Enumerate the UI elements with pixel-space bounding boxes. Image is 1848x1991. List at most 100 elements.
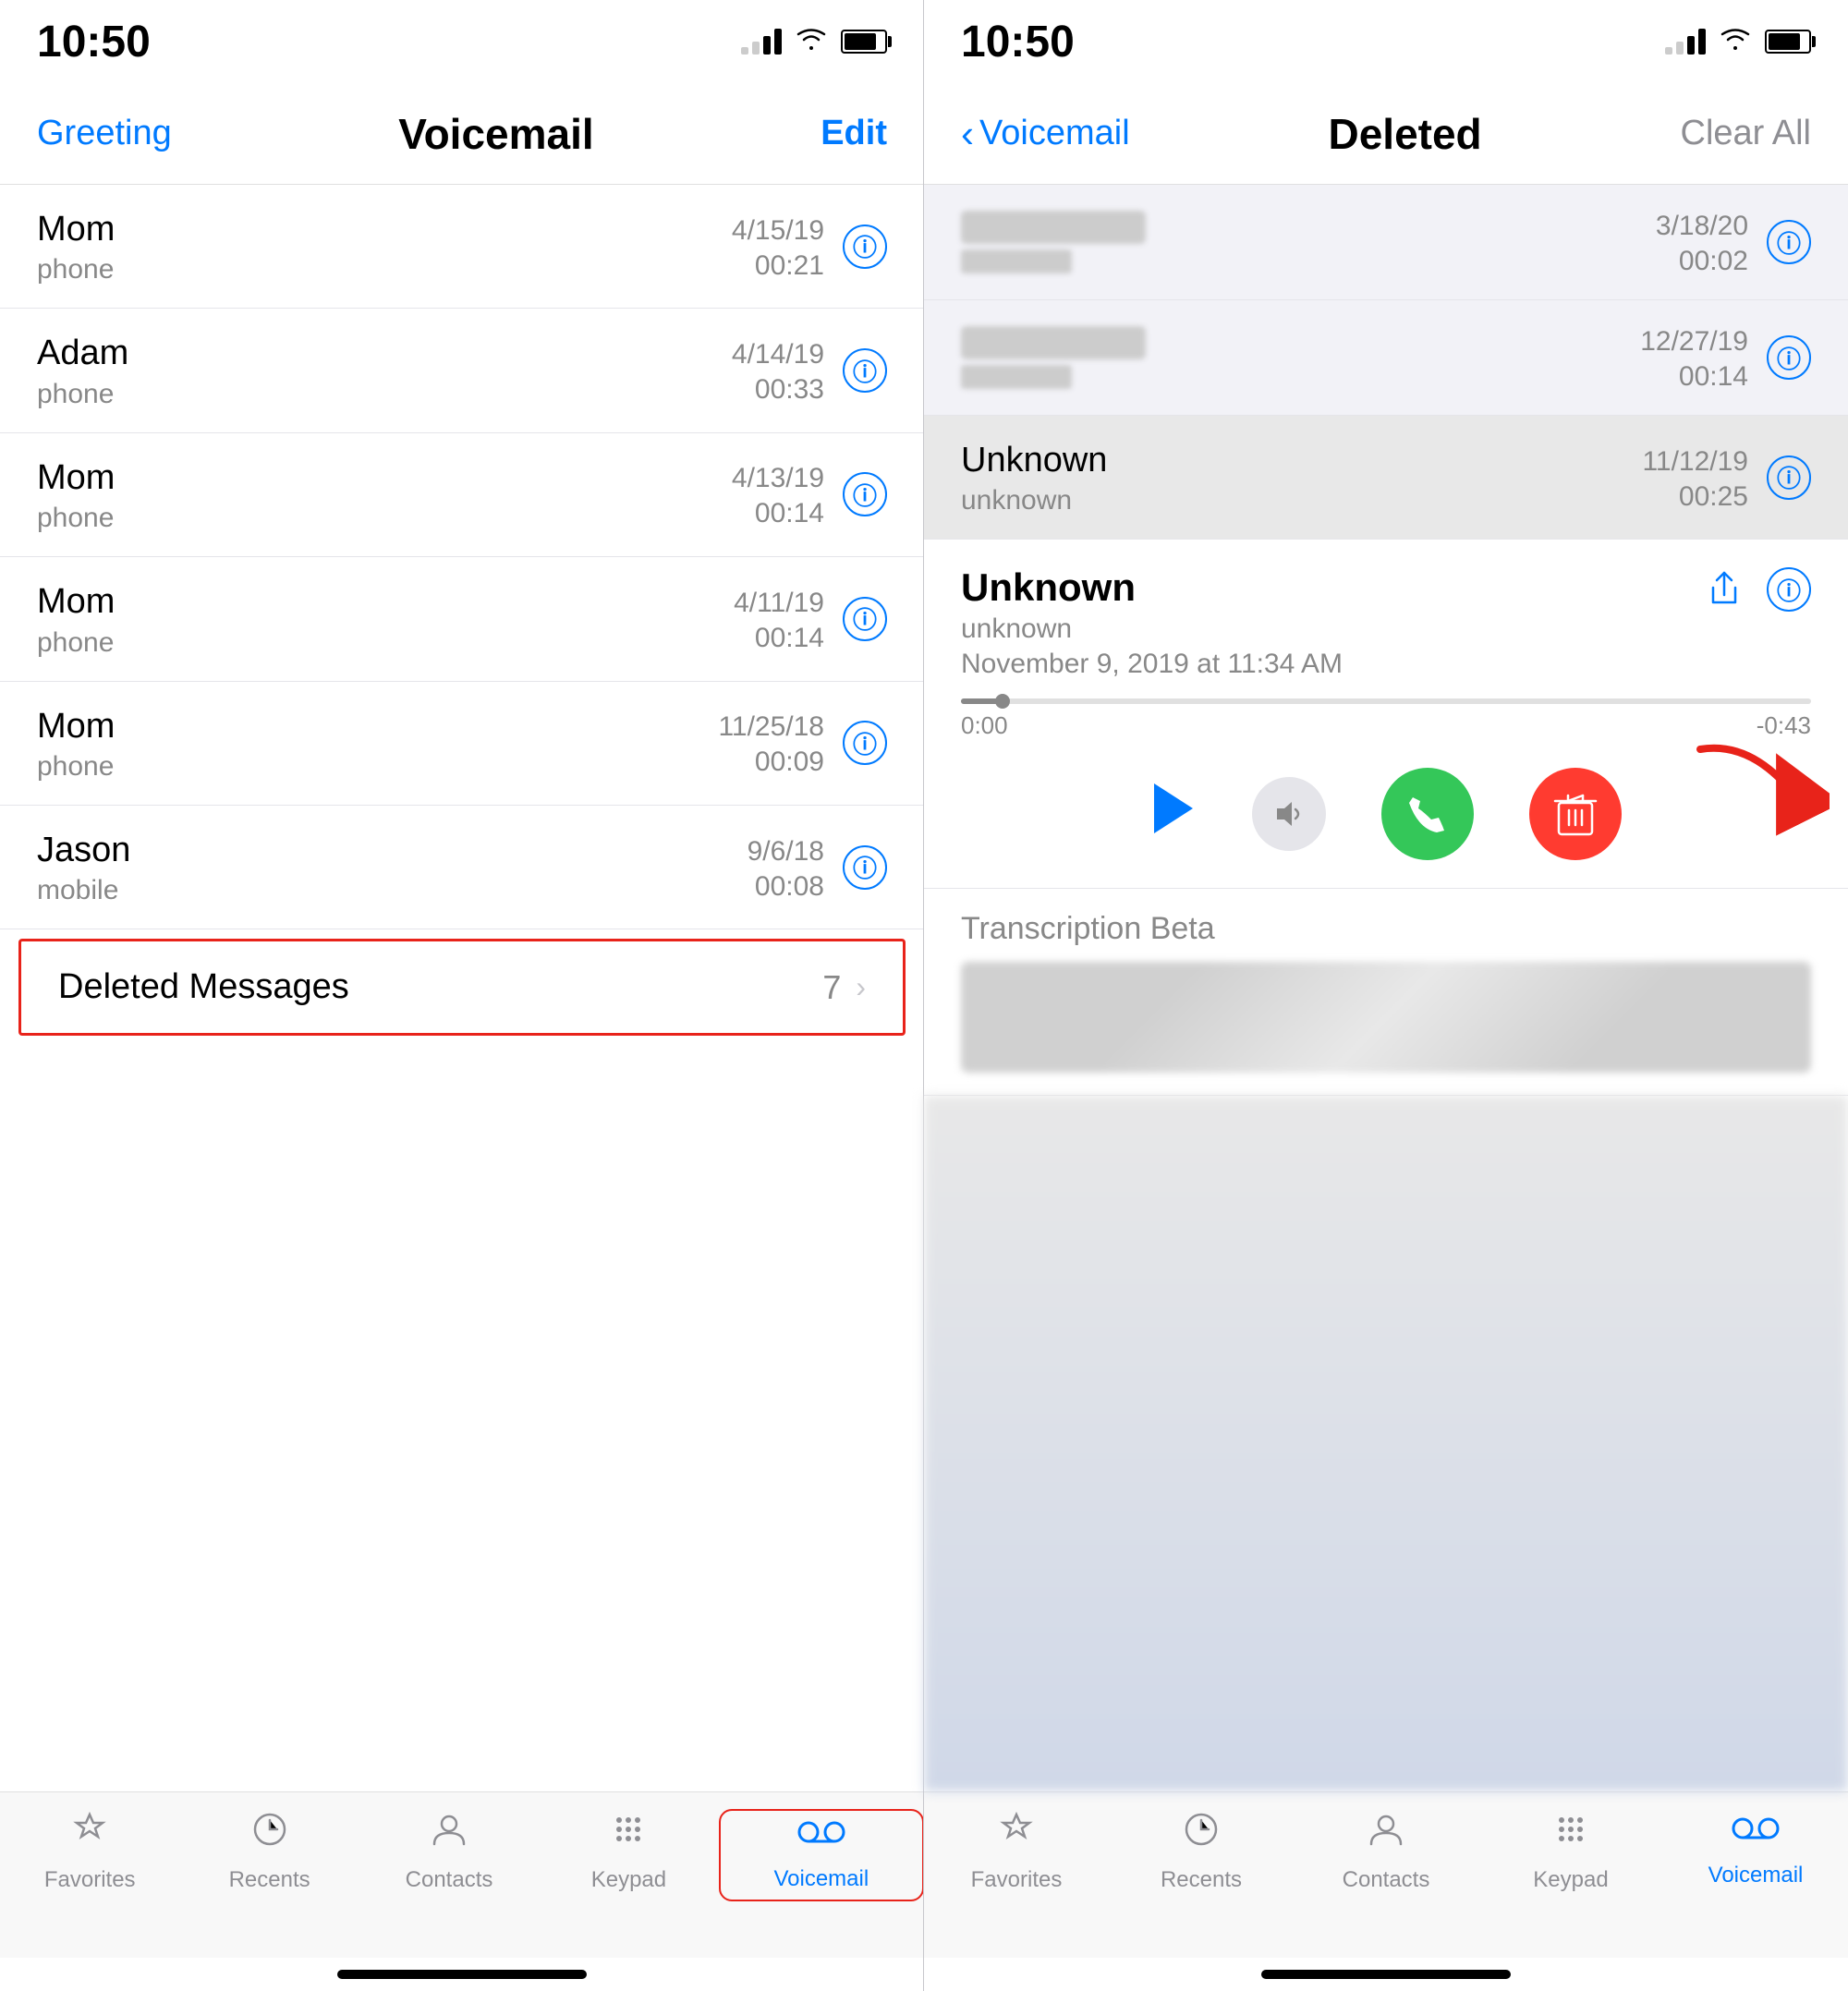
voicemail-list: Mom phone 4/15/19 00:21 ⓘ Adam phone 4/1… [0, 185, 924, 1791]
voicemail-item-3[interactable]: Mom phone 4/11/19 00:14 ⓘ [0, 557, 924, 681]
tab-contacts-label-left: Contacts [406, 1867, 493, 1893]
tab-voicemail-right[interactable]: Voicemail [1663, 1809, 1848, 1888]
edit-button[interactable]: Edit [821, 114, 887, 153]
vm-name-2: Mom [37, 455, 115, 501]
share-button[interactable] [1700, 565, 1748, 613]
deleted-info-0[interactable]: ⓘ [1767, 220, 1811, 264]
vm-date-1: 4/14/19 [732, 335, 824, 374]
progress-end: -0:43 [1757, 711, 1811, 740]
vm-date-0: 4/15/19 [732, 212, 824, 250]
voicemail-item-1[interactable]: Adam phone 4/14/19 00:33 ⓘ [0, 309, 924, 432]
vm-date-4: 11/25/18 [718, 708, 824, 747]
right-signal-icon [1665, 29, 1706, 55]
vm-duration-1: 00:33 [732, 374, 824, 406]
tab-recents-left[interactable]: Recents [179, 1809, 359, 1893]
expanded-date: November 9, 2019 at 11:34 AM [961, 649, 1343, 680]
vm-type-3: phone [37, 627, 115, 659]
favorites-icon-right [996, 1809, 1037, 1860]
right-screen: 10:50 ‹ Voicemail Deleted Clear All [924, 0, 1848, 1991]
right-nav-bar: ‹ Voicemail Deleted Clear All [924, 83, 1848, 185]
vm-info-1[interactable]: ⓘ [843, 348, 887, 393]
back-label: Voicemail [979, 114, 1130, 153]
deleted-messages-row[interactable]: Deleted Messages 7 › [18, 939, 906, 1036]
right-status-time: 10:50 [961, 17, 1075, 67]
vm-duration-0: 00:21 [732, 250, 824, 282]
vm-duration-4: 00:09 [718, 747, 824, 778]
voicemail-item-4[interactable]: Mom phone 11/25/18 00:09 ⓘ [0, 682, 924, 806]
call-back-button[interactable] [1381, 768, 1474, 860]
deleted-info-1[interactable]: ⓘ [1767, 335, 1811, 380]
bottom-blurred-content [924, 1096, 1848, 1791]
speaker-button[interactable] [1252, 777, 1326, 851]
tab-favorites-right[interactable]: Favorites [924, 1809, 1109, 1893]
voicemail-icon-left [797, 1813, 845, 1859]
progress-bar[interactable] [961, 698, 1811, 704]
expanded-info-button[interactable]: ⓘ [1767, 567, 1811, 612]
vm-date-5: 9/6/18 [748, 832, 824, 871]
vm-info-3[interactable]: ⓘ [843, 597, 887, 641]
left-status-icons [741, 26, 887, 58]
deleted-type-2: unknown [961, 485, 1107, 516]
tab-contacts-right[interactable]: Contacts [1294, 1809, 1478, 1893]
vm-type-5: mobile [37, 875, 130, 906]
deleted-item-2[interactable]: Unknown unknown 11/12/19 00:25 ⓘ [924, 416, 1848, 540]
vm-type-1: phone [37, 379, 128, 410]
left-status-bar: 10:50 [0, 0, 924, 83]
back-to-voicemail-button[interactable]: ‹ Voicemail [961, 112, 1130, 156]
delete-voicemail-button[interactable] [1529, 768, 1622, 860]
keypad-icon-right [1550, 1809, 1591, 1860]
expanded-type: unknown [961, 613, 1343, 645]
deleted-date-1: 12/27/19 [1640, 322, 1748, 361]
expanded-name: Unknown [961, 565, 1343, 610]
voicemail-item-5[interactable]: Jason mobile 9/6/18 00:08 ⓘ [0, 806, 924, 929]
tab-contacts-label-right: Contacts [1343, 1867, 1430, 1893]
left-nav-title: Voicemail [398, 109, 593, 159]
tab-keypad-label-right: Keypad [1533, 1867, 1608, 1893]
tab-recents-right[interactable]: Recents [1109, 1809, 1294, 1893]
vm-info-2[interactable]: ⓘ [843, 472, 887, 516]
vm-date-3: 4/11/19 [734, 584, 824, 623]
tab-voicemail-label-left: Voicemail [773, 1866, 869, 1892]
deleted-list: 3/18/20 00:02 ⓘ 12/27/19 00:14 ⓘ [924, 185, 1848, 540]
battery-icon [841, 30, 887, 54]
tab-voicemail-left[interactable]: Voicemail [719, 1809, 924, 1901]
tab-contacts-left[interactable]: Contacts [359, 1809, 539, 1893]
vm-info-5[interactable]: ⓘ [843, 845, 887, 890]
vm-type-4: phone [37, 751, 115, 783]
right-status-bar: 10:50 [924, 0, 1848, 83]
right-wifi-icon [1719, 26, 1752, 58]
vm-info-4[interactable]: ⓘ [843, 721, 887, 765]
favorites-icon [69, 1809, 110, 1860]
contacts-icon-right [1366, 1809, 1406, 1860]
tab-favorites-label-right: Favorites [971, 1867, 1063, 1893]
play-button[interactable] [1150, 782, 1197, 847]
deleted-chevron-icon: › [856, 970, 866, 1004]
progress-start: 0:00 [961, 711, 1008, 740]
clear-all-button[interactable]: Clear All [1681, 114, 1812, 153]
deleted-count: 7 [822, 968, 841, 1007]
transcription-content [961, 962, 1811, 1073]
vm-duration-3: 00:14 [734, 623, 824, 654]
deleted-date-0: 3/18/20 [1656, 207, 1748, 246]
deleted-item-0[interactable]: 3/18/20 00:02 ⓘ [924, 185, 1848, 300]
tab-recents-label-left: Recents [229, 1867, 310, 1893]
tab-favorites-left[interactable]: Favorites [0, 1809, 179, 1893]
tab-keypad-right[interactable]: Keypad [1478, 1809, 1663, 1893]
left-nav-bar: Greeting Voicemail Edit [0, 83, 924, 185]
voicemail-item-0[interactable]: Mom phone 4/15/19 00:21 ⓘ [0, 185, 924, 309]
contacts-icon-left [429, 1809, 469, 1860]
playback-controls [961, 768, 1811, 860]
left-status-time: 10:50 [37, 17, 151, 67]
vm-info-0[interactable]: ⓘ [843, 225, 887, 269]
expanded-voicemail-item: Unknown unknown November 9, 2019 at 11:3… [924, 540, 1848, 889]
right-home-indicator [924, 1958, 1848, 1991]
tab-keypad-left[interactable]: Keypad [539, 1809, 718, 1893]
transcription-section: Transcription Beta [924, 889, 1848, 1096]
greeting-button[interactable]: Greeting [37, 114, 172, 153]
left-tab-bar: Favorites Recents Contacts [0, 1791, 924, 1958]
right-status-icons [1665, 26, 1811, 58]
left-screen: 10:50 Greeting Voicemail Edit Mom [0, 0, 924, 1991]
deleted-item-1[interactable]: 12/27/19 00:14 ⓘ [924, 300, 1848, 416]
deleted-info-2[interactable]: ⓘ [1767, 455, 1811, 500]
voicemail-item-2[interactable]: Mom phone 4/13/19 00:14 ⓘ [0, 433, 924, 557]
